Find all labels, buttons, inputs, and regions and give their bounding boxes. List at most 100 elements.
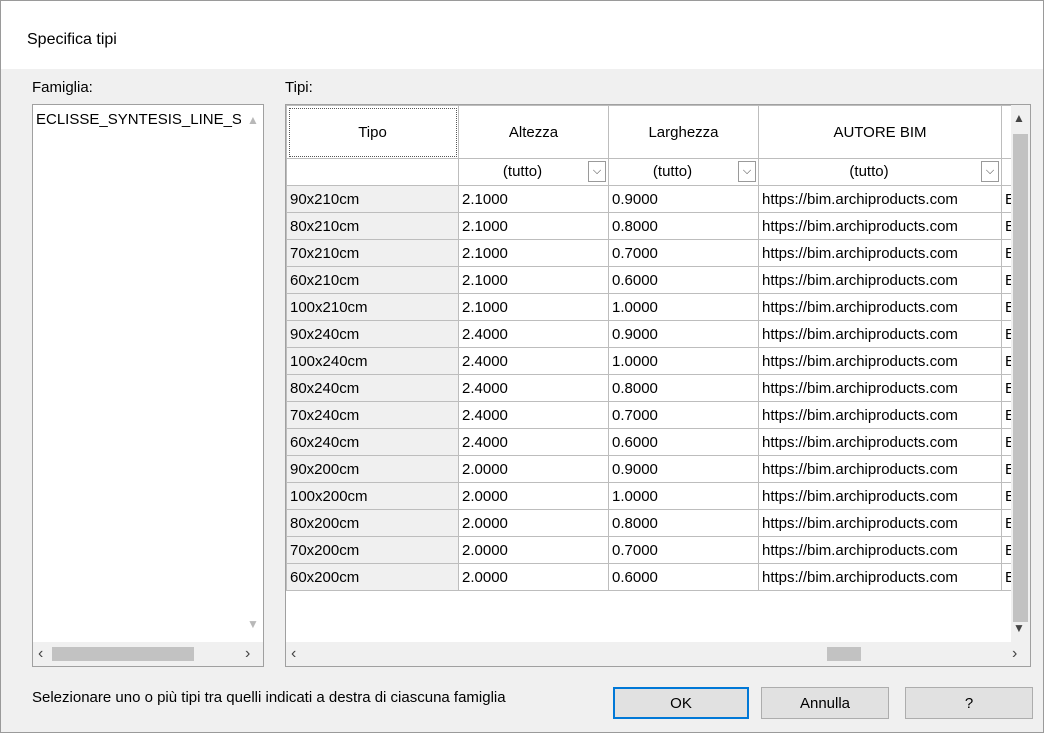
cell-larghezza[interactable]: 0.9000 [608,320,759,348]
scroll-right-icon[interactable]: › [1012,645,1017,663]
cell-altezza[interactable]: 2.0000 [458,455,609,483]
column-header-autore-bim[interactable]: AUTORE BIM [758,105,1002,159]
cell-larghezza[interactable]: 0.8000 [608,374,759,402]
table-row[interactable]: 100x240cm 2.4000 1.0000 https://bim.archipr… [286,347,1022,375]
help-button[interactable]: ? [905,687,1033,719]
cell-tipo[interactable]: 60x210cm [286,266,459,294]
cell-altezza[interactable]: 2.1000 [458,185,609,213]
table-row[interactable]: 100x200cm 2.0000 1.0000 https://bim.archipr… [286,482,1022,510]
table-row[interactable]: 70x210cm 2.1000 0.7000 https://bim.archipro… [286,239,1022,267]
cell-larghezza[interactable]: 0.6000 [608,563,759,591]
cell-larghezza[interactable]: 0.9000 [608,455,759,483]
cell-larghezza[interactable]: 1.0000 [608,293,759,321]
table-row[interactable]: 80x200cm 2.0000 0.8000 https://bim.archipro… [286,509,1022,537]
cell-autore-bim[interactable]: https://bim.archiproducts.com [758,536,1002,564]
cell-altezza[interactable]: 2.1000 [458,212,609,240]
cell-autore-bim[interactable]: https://bim.archiproducts.com [758,509,1002,537]
column-header-larghezza[interactable]: Larghezza [608,105,759,159]
cell-altezza[interactable]: 2.1000 [458,266,609,294]
table-row[interactable]: 60x210cm 2.1000 0.6000 https://bim.archipro… [286,266,1022,294]
column-header-altezza[interactable]: Altezza [458,105,609,159]
cancel-button[interactable]: Annulla [761,687,889,719]
cell-tipo[interactable]: 100x210cm [286,293,459,321]
cell-larghezza[interactable]: 0.7000 [608,239,759,267]
cell-larghezza[interactable]: 0.8000 [608,212,759,240]
cell-larghezza[interactable]: 1.0000 [608,347,759,375]
cell-altezza[interactable]: 2.4000 [458,320,609,348]
table-row[interactable]: 100x210cm 2.1000 1.0000 https://bim.archipr… [286,293,1022,321]
cell-altezza[interactable]: 2.4000 [458,374,609,402]
cell-altezza[interactable]: 2.1000 [458,239,609,267]
table-row[interactable]: 80x240cm 2.4000 0.8000 https://bim.archipro… [286,374,1022,402]
scroll-thumb[interactable] [52,647,194,661]
chevron-down-icon[interactable]: ⌵ [738,161,756,182]
cell-autore-bim[interactable]: https://bim.archiproducts.com [758,428,1002,456]
cell-tipo[interactable]: 60x200cm [286,563,459,591]
cell-larghezza[interactable]: 0.7000 [608,401,759,429]
cell-tipo[interactable]: 70x240cm [286,401,459,429]
cell-autore-bim[interactable]: https://bim.archiproducts.com [758,347,1002,375]
cell-altezza[interactable]: 2.0000 [458,509,609,537]
cell-autore-bim[interactable]: https://bim.archiproducts.com [758,293,1002,321]
chevron-down-icon[interactable]: ⌵ [588,161,606,182]
cell-tipo[interactable]: 100x200cm [286,482,459,510]
scroll-up-icon[interactable]: ▲ [245,113,261,129]
cell-altezza[interactable]: 2.4000 [458,401,609,429]
table-row[interactable]: 70x200cm 2.0000 0.7000 https://bim.archipro… [286,536,1022,564]
grid-horizontal-scrollbar[interactable]: ‹ › [286,642,1030,666]
table-row[interactable]: 80x210cm 2.1000 0.8000 https://bim.archipro… [286,212,1022,240]
scroll-down-icon[interactable]: ▼ [1013,621,1025,635]
cell-altezza[interactable]: 2.1000 [458,293,609,321]
family-list[interactable]: ECLISSE_SYNTESIS_LINE_SC ▲ ▼ ‹ › [32,104,264,667]
cell-tipo[interactable]: 90x200cm [286,455,459,483]
scroll-right-icon[interactable]: › [245,645,250,663]
family-item[interactable]: ECLISSE_SYNTESIS_LINE_SC [36,111,241,131]
scroll-thumb[interactable] [1013,134,1028,622]
cell-tipo[interactable]: 100x240cm [286,347,459,375]
table-row[interactable]: 70x240cm 2.4000 0.7000 https://bim.archipro… [286,401,1022,429]
cell-tipo[interactable]: 80x200cm [286,509,459,537]
cell-autore-bim[interactable]: https://bim.archiproducts.com [758,212,1002,240]
table-row[interactable]: 90x240cm 2.4000 0.9000 https://bim.archipro… [286,320,1022,348]
cell-altezza[interactable]: 2.0000 [458,536,609,564]
cell-autore-bim[interactable]: https://bim.archiproducts.com [758,320,1002,348]
family-horizontal-scrollbar[interactable]: ‹ › [33,642,263,666]
cell-autore-bim[interactable]: https://bim.archiproducts.com [758,455,1002,483]
cell-tipo[interactable]: 80x240cm [286,374,459,402]
cell-autore-bim[interactable]: https://bim.archiproducts.com [758,239,1002,267]
cell-larghezza[interactable]: 0.9000 [608,185,759,213]
scroll-up-icon[interactable]: ▲ [1013,111,1025,125]
table-row[interactable]: 60x200cm 2.0000 0.6000 https://bim.archipro… [286,563,1022,591]
table-row[interactable]: 90x200cm 2.0000 0.9000 https://bim.archipro… [286,455,1022,483]
filter-larghezza[interactable]: (tutto) ⌵ [608,158,759,186]
cell-larghezza[interactable]: 0.7000 [608,536,759,564]
filter-autore-bim[interactable]: (tutto) ⌵ [758,158,1002,186]
cell-autore-bim[interactable]: https://bim.archiproducts.com [758,266,1002,294]
cell-altezza[interactable]: 2.4000 [458,428,609,456]
cell-autore-bim[interactable]: https://bim.archiproducts.com [758,563,1002,591]
cell-autore-bim[interactable]: https://bim.archiproducts.com [758,374,1002,402]
scroll-down-icon[interactable]: ▼ [245,617,261,633]
scroll-left-icon[interactable]: ‹ [38,645,43,663]
cell-altezza[interactable]: 2.0000 [458,563,609,591]
scroll-thumb[interactable] [827,647,861,661]
chevron-down-icon[interactable]: ⌵ [981,161,999,182]
filter-altezza[interactable]: (tutto) ⌵ [458,158,609,186]
ok-button[interactable]: OK [613,687,749,719]
cell-larghezza[interactable]: 0.6000 [608,428,759,456]
cell-autore-bim[interactable]: https://bim.archiproducts.com [758,482,1002,510]
cell-tipo[interactable]: 60x240cm [286,428,459,456]
cell-larghezza[interactable]: 0.6000 [608,266,759,294]
table-row[interactable]: 90x210cm 2.1000 0.9000 https://bim.archipro… [286,185,1022,213]
cell-tipo[interactable]: 90x240cm [286,320,459,348]
cell-larghezza[interactable]: 0.8000 [608,509,759,537]
cell-altezza[interactable]: 2.0000 [458,482,609,510]
table-row[interactable]: 60x240cm 2.4000 0.6000 https://bim.archipro… [286,428,1022,456]
cell-tipo[interactable]: 70x200cm [286,536,459,564]
cell-autore-bim[interactable]: https://bim.archiproducts.com [758,401,1002,429]
column-header-tipo[interactable]: Tipo [286,105,459,159]
cell-autore-bim[interactable]: https://bim.archiproducts.com [758,185,1002,213]
cell-tipo[interactable]: 70x210cm [286,239,459,267]
cell-tipo[interactable]: 90x210cm [286,185,459,213]
scroll-left-icon[interactable]: ‹ [291,645,296,663]
